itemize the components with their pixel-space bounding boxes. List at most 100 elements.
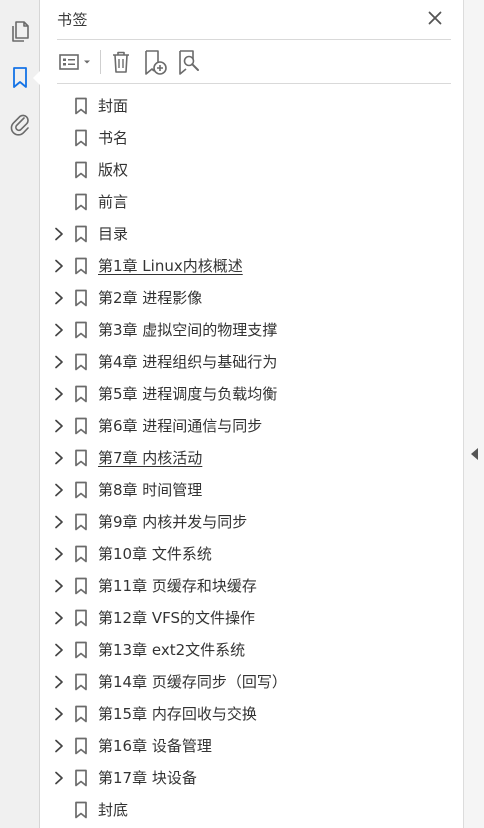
bookmark-icon: [75, 161, 87, 179]
bookmark-item[interactable]: 书名: [41, 122, 463, 154]
expand-toggle[interactable]: [51, 258, 67, 274]
bookmark-item-icon: [73, 673, 89, 691]
bookmark-label: 第10章 文件系统: [98, 545, 212, 563]
bookmark-item[interactable]: 第3章 虚拟空间的物理支撑: [41, 314, 463, 346]
expand-toggle[interactable]: [51, 386, 67, 402]
bookmark-item[interactable]: 第1章 Linux内核概述: [41, 250, 463, 282]
bookmarks-panel: 书签 封面 书名 版权 前言 目录 第1章 Linux内核概述 第2章 进程影像…: [41, 0, 463, 828]
chevron-right-icon: [55, 739, 63, 753]
expand-toggle[interactable]: [51, 290, 67, 306]
close-panel-button[interactable]: [425, 8, 445, 28]
bookmark-item-icon: [73, 737, 89, 755]
header-divider: [57, 39, 451, 40]
expand-toggle[interactable]: [51, 450, 67, 466]
bookmark-icon: [75, 129, 87, 147]
bookmark-label: 前言: [98, 193, 129, 211]
chevron-right-icon: [55, 707, 63, 721]
expand-toggle[interactable]: [51, 578, 67, 594]
options-menu-button[interactable]: [57, 48, 95, 76]
bookmark-item-icon: [73, 97, 89, 115]
expand-toggle[interactable]: [51, 706, 67, 722]
bookmark-label: 第7章 内核活动: [98, 449, 203, 467]
bookmark-icon: [75, 385, 87, 403]
expand-toggle: [51, 162, 67, 178]
bookmarks-panel-button[interactable]: [6, 64, 34, 92]
bookmark-item[interactable]: 目录: [41, 218, 463, 250]
chevron-right-icon: [55, 515, 63, 529]
expand-toggle[interactable]: [51, 642, 67, 658]
attachments-panel-button[interactable]: [6, 110, 34, 138]
bookmark-icon: [75, 769, 87, 787]
bookmark-label: 第9章 内核并发与同步: [98, 513, 248, 531]
bookmark-label: 第4章 进程组织与基础行为: [98, 353, 278, 371]
new-bookmark-button[interactable]: [141, 48, 169, 76]
chevron-right-icon: [55, 771, 63, 785]
bookmark-icon: [75, 417, 87, 435]
bookmark-item[interactable]: 第8章 时间管理: [41, 474, 463, 506]
expand-toggle[interactable]: [51, 514, 67, 530]
bookmark-item-icon: [73, 353, 89, 371]
panel-title: 书签: [57, 11, 89, 29]
bookmark-item-icon: [73, 769, 89, 787]
bookmark-item[interactable]: 第11章 页缓存和块缓存: [41, 570, 463, 602]
expand-toggle[interactable]: [51, 354, 67, 370]
bookmark-item[interactable]: 封面: [41, 90, 463, 122]
bookmark-icon: [13, 67, 27, 88]
bookmark-item[interactable]: 第5章 进程调度与负载均衡: [41, 378, 463, 410]
bookmark-item[interactable]: 第2章 进程影像: [41, 282, 463, 314]
chevron-right-icon: [55, 227, 63, 241]
bookmark-item[interactable]: 第9章 内核并发与同步: [41, 506, 463, 538]
expand-toggle[interactable]: [51, 674, 67, 690]
bookmark-item[interactable]: 第7章 内核活动: [41, 442, 463, 474]
bookmark-label: 第11章 页缓存和块缓存: [98, 577, 257, 595]
expand-toggle[interactable]: [51, 770, 67, 786]
bookmark-label: 第15章 内存回收与交换: [98, 705, 257, 723]
bookmark-item[interactable]: 第14章 页缓存同步（回写）: [41, 666, 463, 698]
bookmark-icon: [75, 705, 87, 723]
bookmark-icon: [75, 737, 87, 755]
pages-panel-button[interactable]: [6, 17, 34, 45]
bookmark-item[interactable]: 第16章 设备管理: [41, 730, 463, 762]
bookmark-label: 封面: [98, 97, 129, 115]
expand-toggle[interactable]: [51, 482, 67, 498]
chevron-right-icon: [55, 323, 63, 337]
expand-toggle[interactable]: [51, 610, 67, 626]
bookmark-icon: [75, 193, 87, 211]
expand-toggle[interactable]: [51, 546, 67, 562]
collapse-left-arrow-icon: [471, 448, 478, 460]
bookmark-item[interactable]: 第6章 进程间通信与同步: [41, 410, 463, 442]
bookmark-item-icon: [73, 289, 89, 307]
collapse-panel-button[interactable]: [470, 446, 480, 462]
bookmark-item[interactable]: 第10章 文件系统: [41, 538, 463, 570]
bookmark-icon: [75, 257, 87, 275]
bookmark-item-icon: [73, 257, 89, 275]
bookmark-tree: 封面 书名 版权 前言 目录 第1章 Linux内核概述 第2章 进程影像 第3…: [41, 90, 463, 826]
bookmark-item-icon: [73, 801, 89, 819]
pages-icon: [12, 21, 29, 42]
chevron-right-icon: [55, 387, 63, 401]
expand-toggle[interactable]: [51, 322, 67, 338]
bookmark-label: 书名: [98, 129, 129, 147]
chevron-right-icon: [55, 259, 63, 273]
bookmark-item-icon: [73, 513, 89, 531]
find-bookmark-button[interactable]: [175, 48, 203, 76]
bookmark-item[interactable]: 第13章 ext2文件系统: [41, 634, 463, 666]
expand-toggle[interactable]: [51, 738, 67, 754]
bookmark-item[interactable]: 第15章 内存回收与交换: [41, 698, 463, 730]
bookmark-item[interactable]: 第12章 VFS的文件操作: [41, 602, 463, 634]
options-menu-icon: [59, 54, 90, 70]
bookmark-item[interactable]: 第4章 进程组织与基础行为: [41, 346, 463, 378]
expand-toggle: [51, 802, 67, 818]
bookmark-label: 第13章 ext2文件系统: [98, 641, 246, 659]
bookmark-item[interactable]: 版权: [41, 154, 463, 186]
panel-splitter[interactable]: [463, 0, 484, 828]
bookmark-item[interactable]: 第17章 块设备: [41, 762, 463, 794]
delete-bookmark-button[interactable]: [107, 48, 135, 76]
bookmark-item[interactable]: 封底: [41, 794, 463, 826]
chevron-right-icon: [55, 611, 63, 625]
expand-toggle[interactable]: [51, 418, 67, 434]
bookmark-item[interactable]: 前言: [41, 186, 463, 218]
bookmark-icon: [75, 321, 87, 339]
bookmark-item-icon: [73, 321, 89, 339]
expand-toggle[interactable]: [51, 226, 67, 242]
